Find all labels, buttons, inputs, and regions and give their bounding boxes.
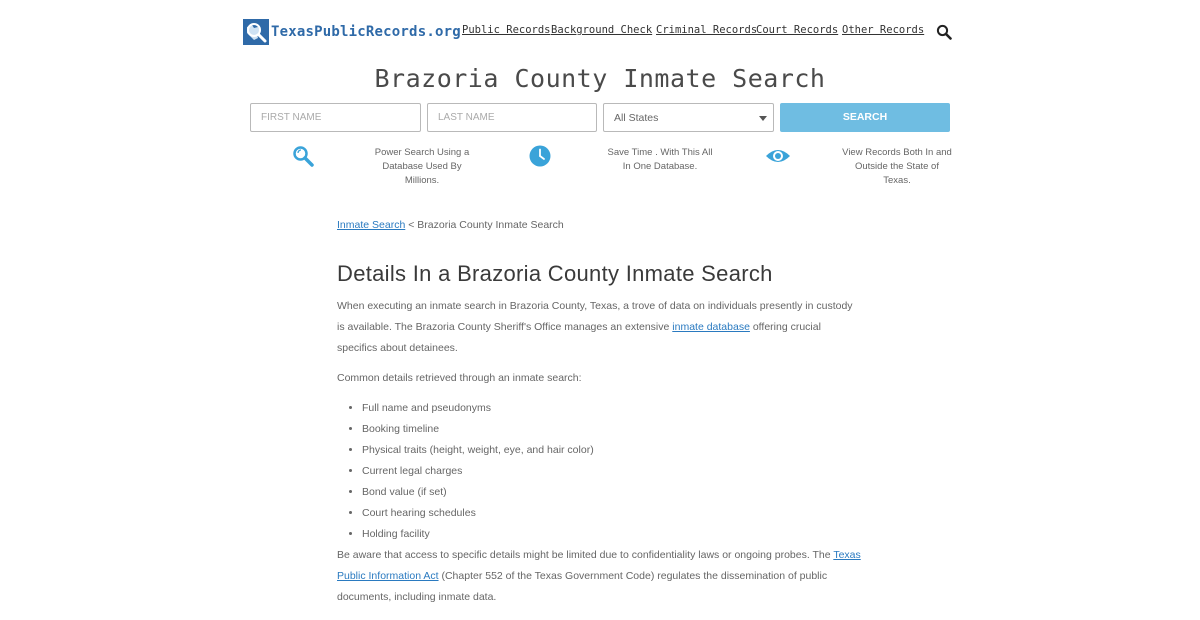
list-item: Court hearing schedules [362, 503, 862, 524]
nav-criminal-records[interactable]: Criminal Records [656, 24, 757, 36]
last-name-field[interactable] [427, 103, 597, 132]
caret-down-icon [759, 116, 767, 121]
clock-icon [529, 145, 551, 172]
feature-text-power-search: Power Search Using a Database Used By Mi… [374, 147, 470, 186]
section-heading: Details In a Brazoria County Inmate Sear… [337, 261, 773, 286]
list-item: Current legal charges [362, 461, 862, 482]
magnifier-icon [292, 145, 314, 172]
note-paragraph: Be aware that access to specific details… [337, 545, 862, 608]
page-title: Brazoria County Inmate Search [374, 64, 826, 93]
first-name-field[interactable] [250, 103, 421, 132]
nav-public-records[interactable]: Public Records [462, 24, 551, 36]
state-select-value: All States [614, 112, 659, 124]
note-text-1: Be aware that access to specific details… [337, 549, 834, 561]
last-name-input[interactable] [428, 104, 596, 131]
eye-icon [765, 146, 791, 171]
list-item: Bond value (if set) [362, 482, 862, 503]
list-item: Full name and pseudonyms [362, 398, 862, 419]
list-item: Booking timeline [362, 419, 862, 440]
nav-background-check[interactable]: Background Check [551, 24, 652, 36]
breadcrumb-separator: < [408, 219, 415, 231]
search-button[interactable]: Search [780, 103, 950, 132]
feature-text-save-time: Save Time . With This All In One Databas… [607, 147, 713, 172]
list-item: Physical traits (height, weight, eye, an… [362, 440, 862, 461]
site-logo[interactable]: TexasPublicRecords.org [243, 18, 461, 45]
breadcrumb: Inmate Search < Brazoria County Inmate S… [337, 219, 564, 231]
logo-text: TexasPublicRecords.org [271, 23, 461, 40]
header-search-icon[interactable] [936, 24, 952, 40]
list-item: Holding facility [362, 524, 862, 545]
breadcrumb-inmate-search-link[interactable]: Inmate Search [337, 219, 405, 231]
logo-magnifier-icon [243, 18, 269, 45]
inmate-database-link[interactable]: inmate database [672, 321, 750, 333]
site-header: TexasPublicRecords.org Public Records Ba… [0, 0, 1200, 62]
nav-other-records[interactable]: Other Records [842, 24, 924, 36]
feature-text-view-records: View Records Both In and Outside the Sta… [842, 147, 952, 186]
list-intro: Common details retrieved through an inma… [337, 372, 582, 384]
breadcrumb-current: Brazoria County Inmate Search [417, 219, 564, 231]
nav-court-records[interactable]: Court Records [756, 24, 838, 36]
first-name-input[interactable] [251, 104, 420, 131]
intro-paragraph: When executing an inmate search in Brazo… [337, 296, 862, 359]
state-select[interactable]: All States [603, 103, 774, 132]
details-list: Full name and pseudonyms Booking timelin… [337, 398, 862, 545]
